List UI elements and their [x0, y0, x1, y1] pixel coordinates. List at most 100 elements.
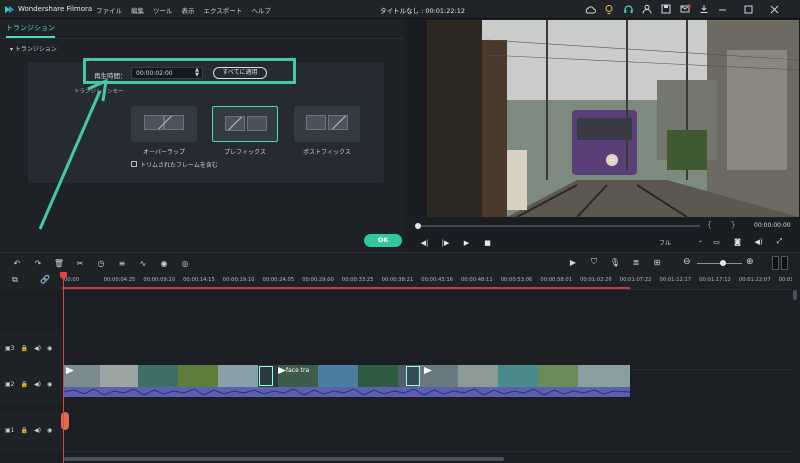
menu-tools[interactable]: ツール	[153, 5, 173, 15]
vertical-scrollbar[interactable]	[793, 290, 797, 300]
mode-overlap-label: オーバーラップ	[143, 149, 185, 156]
video-clip[interactable]: face tra	[64, 365, 630, 403]
mic-icon[interactable]: 🎙	[610, 257, 620, 267]
fullscreen-icon[interactable]: ⤢	[775, 237, 784, 246]
eye-icon[interactable]: ◉	[47, 345, 52, 352]
ruler-tick: 00:01:27:02	[778, 277, 792, 283]
ruler-tick: 00:01:02:26	[580, 277, 612, 283]
step-back-icon[interactable]: ◀|	[420, 238, 429, 247]
lock-icon[interactable]: 🔒	[21, 427, 28, 434]
snap-icon[interactable]: ⊞	[652, 257, 662, 267]
mode-overlap-card[interactable]	[131, 106, 197, 142]
mixer-icon[interactable]: ≣	[631, 257, 641, 267]
menu-bar: ファイル 編集 ツール 表示 エクスポート ヘルプ	[96, 5, 271, 15]
track-number-3: ▣3	[5, 345, 15, 352]
mode-prefix-card[interactable]	[212, 106, 278, 142]
speed-icon[interactable]: ◷	[96, 258, 106, 268]
link-icon[interactable]: 🔗	[40, 275, 50, 284]
section-header[interactable]: ▾ トランジション	[10, 44, 57, 53]
postfix-transition-icon	[332, 116, 346, 129]
undo-icon[interactable]: ↶	[12, 258, 22, 268]
timeline-toolbar: ↶ ↷ 🗑 ✂ ◷ ≡ ∿ ◉ ◎ ▶ ⛉ 🎙 ≣ ⊞ ⊖ ⊕	[0, 252, 800, 272]
ruler-tick: 00:00:09:20	[143, 277, 176, 283]
color-icon[interactable]: ◉	[159, 258, 169, 268]
user-icon[interactable]	[641, 3, 653, 15]
mail-icon[interactable]	[679, 3, 691, 15]
trim-checkbox[interactable]	[131, 161, 137, 167]
speaker-icon[interactable]: ◀)	[34, 345, 41, 352]
mode-prefix-label: プレフィックス	[224, 149, 266, 156]
cloud-icon[interactable]	[584, 3, 596, 15]
speaker-icon[interactable]: ◀)	[34, 381, 41, 388]
lock-icon[interactable]: 🔒	[21, 345, 28, 352]
playhead[interactable]	[63, 272, 64, 463]
zoom-knob[interactable]	[720, 260, 726, 266]
redo-icon[interactable]: ↷	[33, 258, 43, 268]
ruler-tick: 00:01:17:12	[699, 277, 731, 283]
zoom-in-icon[interactable]: ⊕	[746, 257, 754, 267]
ruler-tick: 00:00:33:25	[341, 277, 374, 283]
quality-select[interactable]: フル ⌄	[659, 237, 703, 247]
clip-thumbnails	[64, 365, 630, 387]
minimize-icon[interactable]	[716, 3, 728, 15]
window-controls	[716, 3, 780, 15]
download-icon[interactable]	[698, 3, 710, 15]
chevron-down-icon: ⌄	[697, 237, 703, 244]
ruler-tick: 00:00:29:00	[302, 277, 334, 283]
transition-marker[interactable]	[406, 366, 420, 386]
menu-export[interactable]: エクスポート	[204, 5, 243, 15]
ok-button[interactable]: OK	[364, 234, 402, 247]
ruler-tick: 00:00:38:21	[381, 277, 414, 283]
scrubber-knob[interactable]	[415, 223, 421, 229]
cut-icon[interactable]: ✂	[75, 258, 85, 268]
marker-icon[interactable]: ⛉	[589, 257, 599, 267]
render-bar	[62, 287, 630, 289]
tab-divider	[0, 38, 404, 39]
mode-postfix-label: ポストフィックス	[303, 149, 351, 156]
close-icon[interactable]	[768, 3, 780, 15]
prefix-transition-icon	[228, 117, 242, 130]
transition-marker[interactable]	[259, 366, 273, 386]
eye-icon[interactable]: ◉	[47, 427, 52, 434]
menu-help[interactable]: ヘルプ	[251, 5, 271, 15]
track-lane-1[interactable]	[62, 412, 792, 452]
mark-in-out-icon[interactable]: { }	[707, 220, 744, 229]
speaker-icon[interactable]: ◀)	[34, 427, 41, 434]
audio-wave-icon[interactable]: ∿	[138, 258, 148, 268]
track-lane-3[interactable]	[62, 330, 792, 370]
horizontal-scrollbar[interactable]	[64, 457, 504, 461]
render-icon[interactable]: ▶	[568, 257, 578, 267]
play-frame-icon[interactable]: |▶	[441, 238, 450, 247]
quality-value: フル	[659, 240, 672, 247]
clip-audio	[64, 387, 630, 397]
play-icon[interactable]: ▶	[462, 238, 471, 247]
snapshot-icon[interactable]: ◙	[733, 237, 742, 246]
top-icons	[584, 3, 710, 15]
mode-postfix-card[interactable]	[294, 106, 360, 142]
bulb-icon[interactable]	[603, 3, 615, 15]
menu-view[interactable]: 表示	[182, 5, 195, 15]
stabilize-icon[interactable]: ◎	[180, 258, 190, 268]
headset-icon[interactable]	[622, 3, 634, 15]
save-icon[interactable]	[660, 3, 672, 15]
adjust-icon[interactable]: ≡	[117, 258, 127, 268]
menu-file[interactable]: ファイル	[96, 5, 122, 15]
add-track-icon[interactable]: ⧉	[12, 275, 18, 285]
maximize-icon[interactable]	[742, 3, 754, 15]
delete-icon[interactable]: 🗑	[54, 258, 64, 268]
display-icon[interactable]: ▭	[712, 237, 721, 246]
stop-icon[interactable]: ■	[483, 238, 492, 247]
menu-edit[interactable]: 編集	[131, 5, 144, 15]
preview-scrubber[interactable]	[415, 223, 700, 229]
timeline: ⧉ 🔗 00:00 00:00:04:25 00:00:09:20 00:00:14:…	[0, 272, 800, 463]
track-head-3: ▣3 🔒 ◀) ◉	[0, 330, 62, 370]
ruler-tick: 00:00:19:10	[222, 277, 255, 283]
volume-icon[interactable]: ◀)	[754, 237, 763, 246]
layout-icon[interactable]	[772, 256, 788, 270]
tab-transition[interactable]: トランジション	[6, 23, 55, 38]
lock-icon[interactable]: 🔒	[21, 381, 28, 388]
zoom-out-icon[interactable]: ⊖	[683, 257, 691, 267]
video-preview	[427, 20, 799, 217]
ruler-tick: 00:00:53:06	[500, 277, 533, 283]
eye-icon[interactable]: ◉	[47, 381, 52, 388]
